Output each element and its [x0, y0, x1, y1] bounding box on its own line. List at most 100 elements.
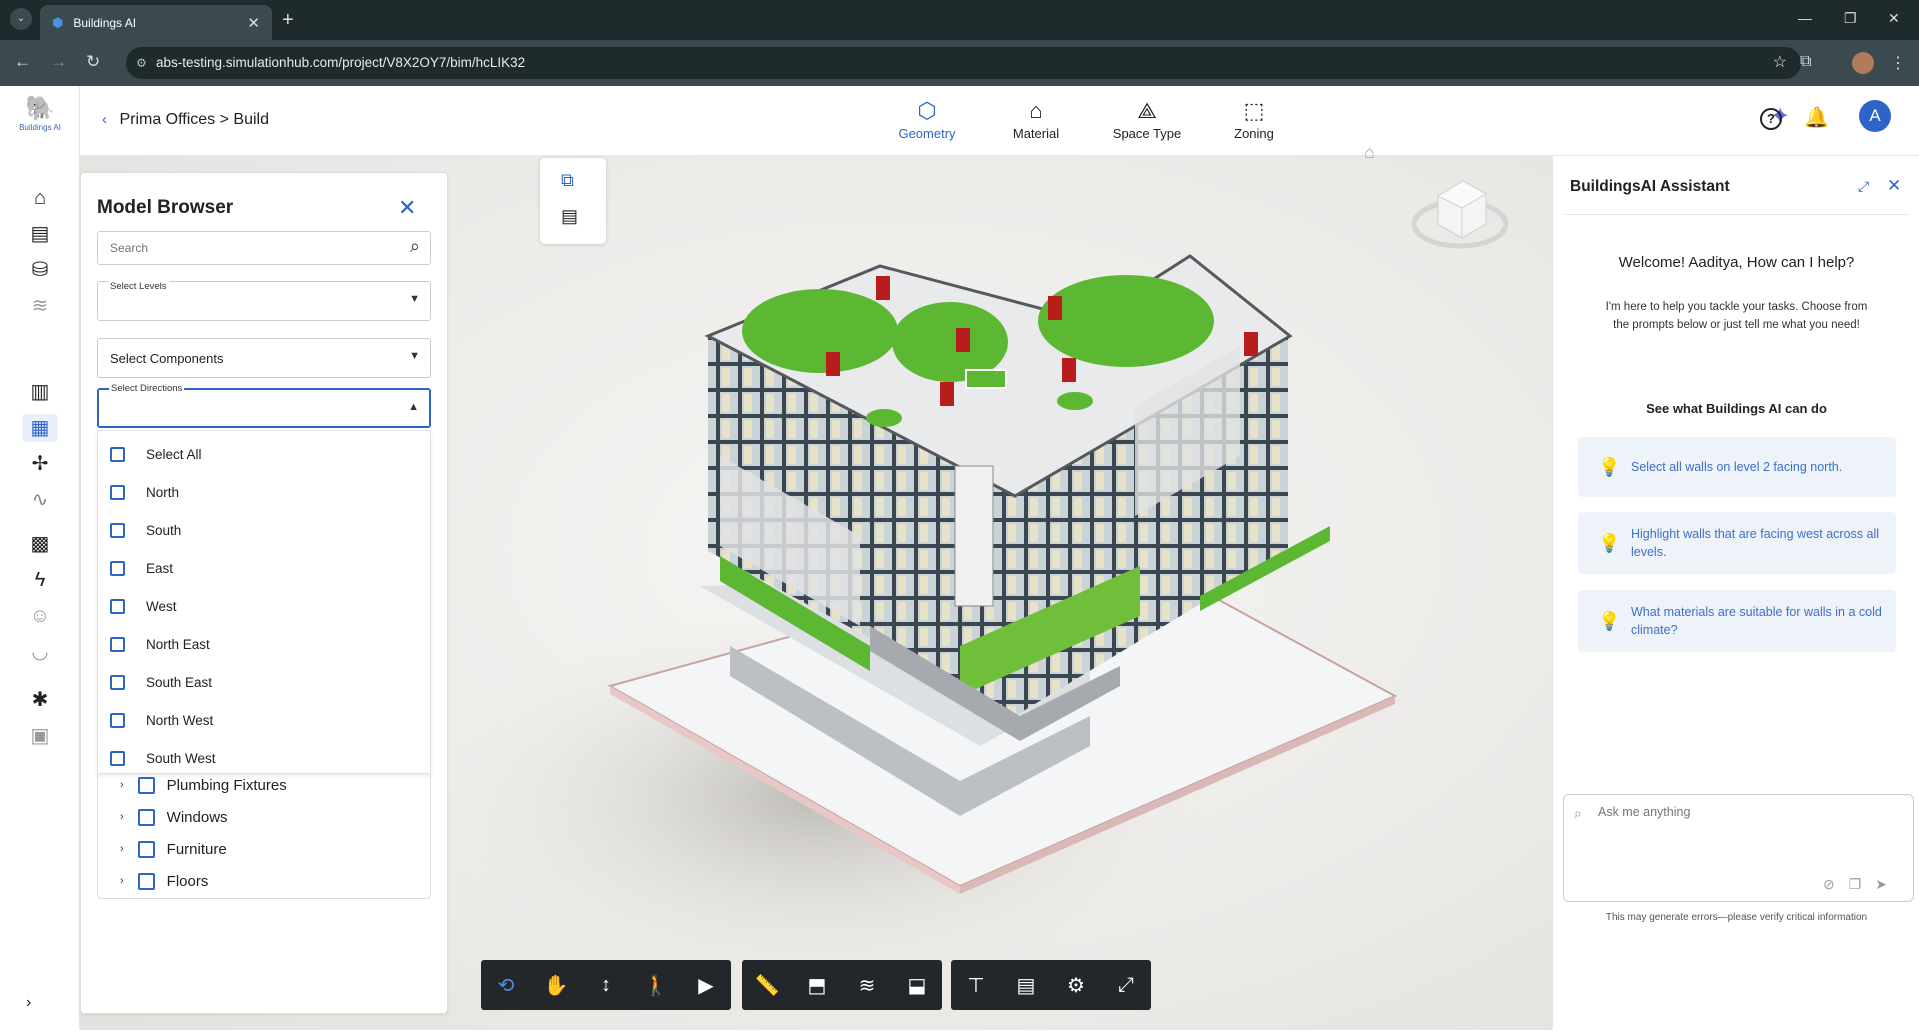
direction-option[interactable]: North [110, 481, 179, 503]
pan-hand-icon[interactable]: ✋ [531, 973, 581, 998]
tree-item-floors[interactable]: › Floors [120, 870, 208, 892]
snowflake-icon[interactable]: ✱ [22, 686, 58, 714]
bookmark-star-icon[interactable]: ☆ [1773, 47, 1787, 79]
site-info-icon[interactable]: ⚙ [136, 47, 147, 79]
checkbox[interactable] [110, 712, 125, 728]
prompt-suggestion[interactable]: 💡 Select all walls on level 2 facing nor… [1578, 437, 1896, 497]
ask-input[interactable] [1598, 805, 1898, 865]
tab-material[interactable]: ⌂ Material [996, 98, 1076, 141]
fan-icon[interactable]: ✢ [22, 450, 58, 478]
extensions-icon[interactable]: ⧉ [1800, 53, 1811, 71]
search-icon[interactable]: ⌕ [410, 236, 420, 257]
checkbox[interactable] [110, 560, 125, 576]
breadcrumb[interactable]: ‹ Prima Offices > Build [102, 111, 269, 129]
select-levels-dropdown[interactable]: Select Levels ▼ [97, 281, 431, 321]
browser-menu-icon[interactable]: ⋮ [1890, 53, 1906, 73]
building-icon[interactable]: ▦ [22, 414, 58, 442]
tab-search-icon[interactable]: ⌄ [10, 8, 32, 30]
direction-option[interactable]: East [110, 557, 173, 579]
lightning-icon[interactable]: ϟ [22, 566, 58, 594]
minimize-icon[interactable]: — [1798, 10, 1812, 26]
reload-icon[interactable]: ↻ [86, 52, 100, 72]
people-icon[interactable]: ☺ [22, 602, 58, 630]
new-tab-icon[interactable]: + [282, 9, 294, 32]
hands-icon[interactable]: ◡ [22, 638, 58, 666]
orbit-icon[interactable]: ⟲ [481, 973, 531, 998]
checkbox[interactable] [137, 872, 155, 890]
pulse-icon[interactable]: ∿ [22, 486, 58, 514]
direction-option[interactable]: North East [110, 633, 210, 655]
chevron-right-icon[interactable]: › [120, 875, 124, 887]
direction-option[interactable]: West [110, 595, 177, 617]
settings-doc-icon[interactable]: ▣ [22, 722, 58, 750]
hierarchy-icon[interactable]: ⊤ [951, 973, 1001, 998]
database-icon[interactable]: ⛁ [22, 256, 58, 284]
direction-option[interactable]: South [110, 519, 181, 541]
checkbox[interactable] [110, 636, 125, 652]
report-icon[interactable]: ▤ [22, 220, 58, 248]
browser-tab[interactable]: ⬢ Buildings AI ✕ [40, 5, 272, 40]
browser-profile-avatar[interactable] [1852, 52, 1874, 74]
prompt-suggestion[interactable]: 💡 What materials are suitable for walls … [1578, 590, 1896, 652]
user-avatar[interactable]: A [1859, 100, 1891, 132]
assistant-close-icon[interactable]: ✕ [1887, 176, 1901, 196]
zoom-vertical-icon[interactable]: ↕ [581, 974, 631, 997]
tree-item-windows[interactable]: › Windows [120, 806, 228, 828]
checkbox[interactable] [110, 750, 125, 766]
section-box-icon[interactable]: ⬒ [792, 973, 842, 998]
prompt-suggestion[interactable]: 💡 Highlight walls that are facing west a… [1578, 512, 1896, 574]
chevron-right-icon[interactable]: › [120, 811, 124, 823]
properties-icon[interactable]: ▤ [1001, 973, 1051, 998]
layers-icon[interactable]: ≋ [842, 973, 892, 998]
checkbox[interactable] [110, 522, 125, 538]
send-icon[interactable]: ➤ [1875, 876, 1901, 892]
checkbox[interactable] [137, 840, 155, 858]
analytics-icon[interactable]: ▩ [22, 530, 58, 558]
checkbox[interactable] [137, 808, 155, 826]
checkbox[interactable] [110, 598, 125, 614]
checkbox[interactable] [137, 776, 155, 794]
checkbox[interactable] [110, 674, 125, 690]
back-icon[interactable]: ← [14, 52, 31, 72]
tree-item-plumbing[interactable]: › Plumbing Fixtures [120, 774, 287, 796]
tab-geometry[interactable]: ⬡ Geometry [887, 98, 967, 141]
wind-icon[interactable]: ≋ [22, 292, 58, 320]
forward-icon[interactable]: → [50, 52, 67, 72]
tab-zoning[interactable]: ⬚ Zoning [1214, 98, 1294, 141]
fullscreen-icon[interactable]: ⤢ [1101, 974, 1151, 997]
copy-icon[interactable]: ❐ [1849, 876, 1876, 892]
tab-close-icon[interactable]: ✕ [247, 14, 260, 32]
select-directions-dropdown[interactable]: Select Directions ▲ [97, 383, 431, 428]
bell-icon[interactable]: 🔔 [1804, 105, 1829, 130]
direction-option[interactable]: Select All [110, 443, 202, 465]
window-close-icon[interactable]: ✕ [1888, 10, 1900, 27]
url-field[interactable]: ⚙ abs-testing.simulationhub.com/project/… [126, 47, 1801, 79]
back-chevron-icon[interactable]: ‹ [102, 111, 107, 128]
chevron-right-icon[interactable]: › [120, 843, 124, 855]
walk-person-icon[interactable]: 🚶 [631, 973, 681, 998]
model-browser-close-icon[interactable]: ✕ [398, 195, 416, 221]
explode-icon[interactable]: ⬓ [892, 973, 942, 998]
view-cube[interactable] [1408, 166, 1508, 256]
settings-gear-icon[interactable]: ⚙ [1051, 973, 1101, 998]
tree-item-furniture[interactable]: › Furniture [120, 838, 227, 860]
model-tree-icon[interactable]: ⧉ [561, 170, 574, 191]
properties-doc-icon[interactable]: ▤ [561, 206, 578, 227]
checkbox[interactable] [110, 484, 125, 500]
measure-ruler-icon[interactable]: 📏 [742, 973, 792, 998]
camera-icon[interactable]: ▶ [681, 973, 731, 998]
app-logo[interactable]: 🐘 Buildings AI [14, 94, 66, 132]
attach-icon[interactable]: ⊘ [1823, 876, 1849, 892]
select-components-dropdown[interactable]: Select Components ▼ [97, 338, 431, 378]
home-icon[interactable]: ⌂ [22, 184, 58, 212]
checkbox[interactable] [110, 446, 125, 462]
search-input[interactable] [98, 232, 378, 264]
restore-icon[interactable]: ❐ [1844, 10, 1857, 27]
expand-nav-icon[interactable]: › [26, 994, 31, 1012]
map-icon[interactable]: ▥ [22, 378, 58, 406]
direction-option[interactable]: North West [110, 709, 213, 731]
chevron-right-icon[interactable]: › [120, 779, 124, 791]
direction-option[interactable]: South West [110, 747, 216, 769]
direction-option[interactable]: South East [110, 671, 212, 693]
help-icon[interactable]: ? [1760, 108, 1782, 130]
